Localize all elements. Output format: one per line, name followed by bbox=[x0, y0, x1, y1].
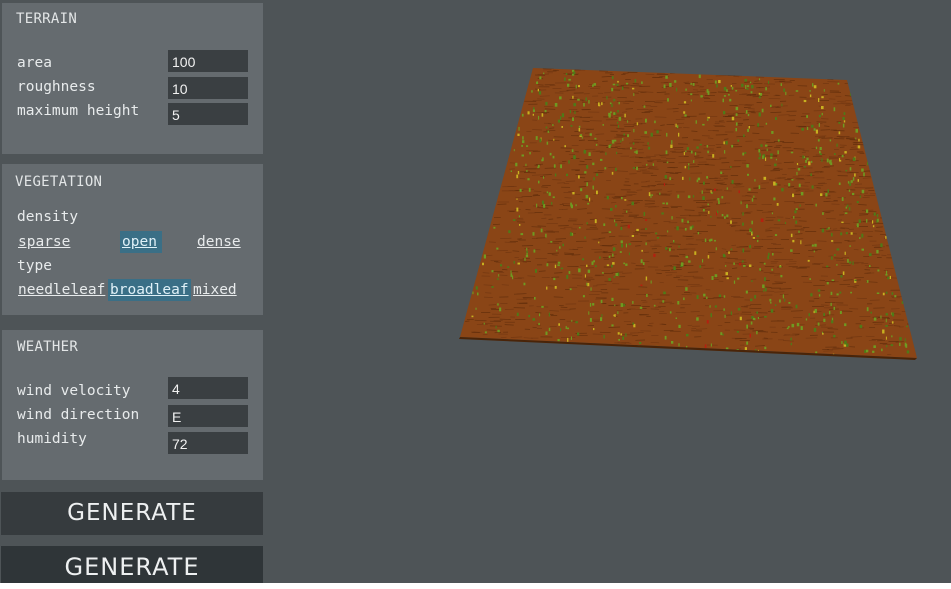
type-option-broadleaf[interactable]: broadleaf bbox=[108, 279, 191, 301]
vegetation-panel-title: VEGETATION bbox=[15, 174, 103, 190]
weather-panel: WEATHER wind velocity wind direction hum… bbox=[2, 330, 263, 480]
terrain-panel-title: TERRAIN bbox=[16, 11, 78, 27]
density-option-open[interactable]: open bbox=[120, 231, 162, 253]
type-label: type bbox=[17, 258, 52, 274]
weather-panel-title: WEATHER bbox=[17, 339, 79, 355]
density-label: density bbox=[17, 209, 79, 225]
density-option-sparse[interactable]: sparse bbox=[16, 231, 72, 253]
wind-velocity-input[interactable] bbox=[168, 377, 248, 399]
density-option-dense[interactable]: dense bbox=[195, 231, 243, 253]
maximum-height-label: maximum height bbox=[17, 103, 140, 119]
vegetation-panel: VEGETATION density sparse open dense typ… bbox=[2, 164, 263, 315]
humidity-label: humidity bbox=[17, 431, 87, 447]
terrain-render bbox=[459, 68, 917, 360]
wind-velocity-label: wind velocity bbox=[17, 383, 131, 399]
terrain-generator-app: TERRAIN area roughness maximum height VE… bbox=[0, 0, 951, 583]
type-option-mixed[interactable]: mixed bbox=[191, 279, 239, 301]
type-option-needleleaf[interactable]: needleleaf bbox=[16, 279, 107, 301]
humidity-input[interactable] bbox=[168, 432, 248, 454]
area-label: area bbox=[17, 55, 52, 71]
wind-direction-input[interactable] bbox=[168, 405, 248, 427]
roughness-label: roughness bbox=[17, 79, 96, 95]
terrain-3d-viewport[interactable] bbox=[263, 0, 951, 583]
terrain-panel: TERRAIN area roughness maximum height bbox=[2, 3, 263, 154]
roughness-input[interactable] bbox=[168, 77, 248, 99]
maximum-height-input[interactable] bbox=[168, 103, 248, 125]
area-input[interactable] bbox=[168, 50, 248, 72]
generate-example-button[interactable]: GENERATE EXAMPLE bbox=[1, 546, 263, 583]
wind-direction-label: wind direction bbox=[17, 407, 140, 423]
generate-button[interactable]: GENERATE bbox=[1, 492, 263, 535]
